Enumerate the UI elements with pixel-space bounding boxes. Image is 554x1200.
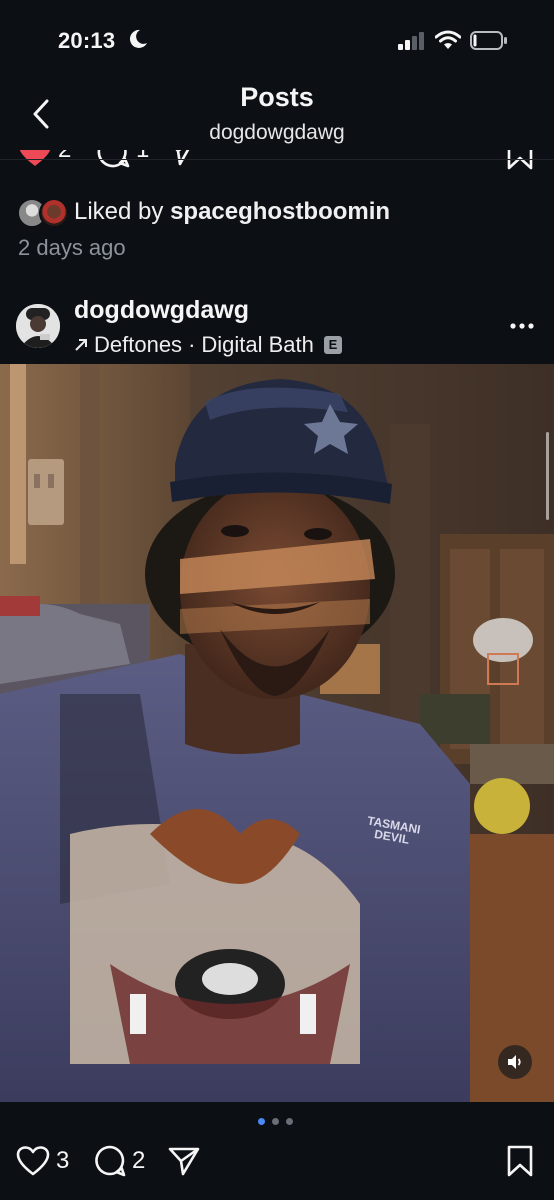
post-timestamp: 2 days ago [18, 235, 126, 260]
liked-by-avatars[interactable] [17, 198, 69, 228]
bookmark-icon [507, 1145, 533, 1177]
share-button[interactable] [168, 1144, 200, 1178]
comment-button[interactable]: 2 [94, 1144, 145, 1178]
liked-by-user[interactable]: spaceghostboomin [170, 198, 390, 225]
comment-icon [95, 1145, 126, 1177]
share-icon [168, 1147, 200, 1176]
heart-icon [16, 1146, 50, 1176]
carousel-dot [272, 1118, 279, 1125]
page-title: Posts [240, 82, 314, 112]
arrow-up-right-icon [75, 339, 87, 351]
battery-icon [470, 31, 507, 50]
carousel-dot-active [258, 1118, 265, 1125]
sound-toggle-button[interactable] [498, 1045, 532, 1079]
signal-icon [398, 32, 424, 50]
wifi-icon [435, 30, 461, 49]
moon-icon [129, 29, 147, 48]
previous-likes-count: 2 [58, 150, 71, 164]
like-count: 3 [56, 1147, 70, 1174]
post-photo[interactable]: TASMANI DEVIL [0, 364, 554, 1102]
carousel-dot [286, 1118, 293, 1125]
save-button[interactable] [506, 1144, 534, 1178]
explicit-badge: E [323, 336, 342, 354]
music-separator: · [188, 332, 196, 357]
bookmark-icon[interactable] [506, 150, 534, 170]
carousel-indicator [258, 1118, 298, 1128]
music-artist: Deftones [94, 332, 183, 357]
speaker-icon [508, 1055, 521, 1069]
liked-by-prefix: Liked by [74, 198, 171, 225]
post-author-avatar[interactable] [16, 304, 60, 348]
post-author-username[interactable]: dogdowgdawg [74, 296, 249, 325]
share-icon[interactable] [166, 150, 196, 166]
page-subtitle-username[interactable]: dogdowgdawg [0, 121, 554, 145]
status-time: 20:13 [58, 28, 116, 53]
music-track: Digital Bath [201, 332, 314, 357]
music-attribution[interactable]: Deftones · Digital Bath E [74, 332, 342, 358]
comment-count: 2 [132, 1147, 146, 1174]
previous-comments-count: 1 [136, 150, 149, 164]
scrollbar[interactable] [546, 432, 549, 520]
more-options-icon[interactable] [509, 316, 535, 336]
selfie-image [0, 364, 554, 1102]
avatar[interactable] [39, 198, 69, 228]
avatar-image [16, 304, 60, 348]
header-divider [0, 159, 554, 160]
liked-by-text[interactable]: Liked by spaceghostboomin [74, 198, 390, 226]
previous-post-actions: 2 1 [0, 150, 554, 172]
like-button[interactable]: 3 [16, 1144, 69, 1178]
